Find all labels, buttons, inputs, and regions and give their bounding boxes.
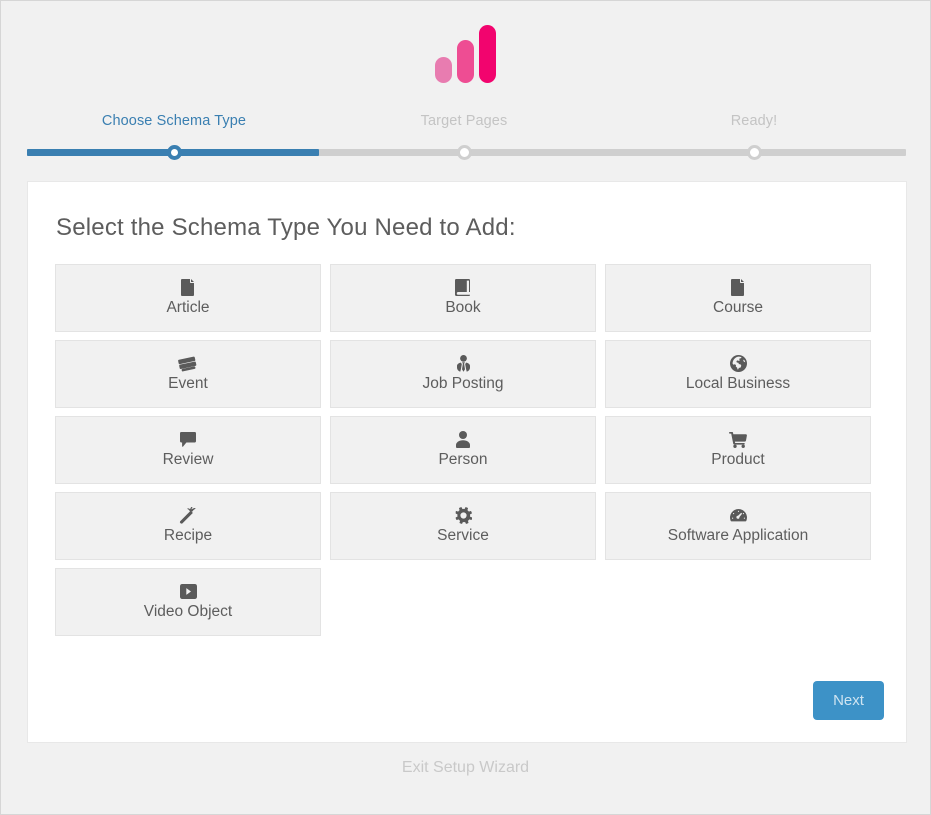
- schema-option-label: Recipe: [163, 527, 213, 544]
- schema-option-label: Local Business: [685, 375, 791, 392]
- schema-option-label: Service: [437, 527, 489, 544]
- exit-setup-wizard-link[interactable]: Exit Setup Wizard: [402, 759, 529, 776]
- file-icon: [731, 279, 745, 296]
- book-icon: [455, 279, 471, 296]
- schema-option-label: Course: [713, 299, 763, 316]
- next-button[interactable]: Next: [813, 681, 884, 720]
- schema-option-product[interactable]: Product: [605, 416, 871, 484]
- schema-option-recipe[interactable]: Recipe: [55, 492, 321, 560]
- step-label-target-pages[interactable]: Target Pages: [421, 113, 508, 129]
- step-label-choose-schema-type[interactable]: Choose Schema Type: [102, 113, 246, 129]
- step-dot-choose-schema-type[interactable]: [166, 145, 182, 160]
- schema-option-article[interactable]: Article: [55, 264, 321, 332]
- step-dot-ready[interactable]: [746, 145, 762, 160]
- wizard-window: Choose Schema Type Target Pages Ready! S…: [0, 0, 931, 815]
- tickets-icon: [178, 355, 198, 372]
- shopping-cart-icon: [729, 431, 747, 448]
- schema-option-label: Book: [445, 299, 481, 316]
- schema-option-software-application[interactable]: Software Application: [605, 492, 871, 560]
- schema-option-service[interactable]: Service: [330, 492, 596, 560]
- comment-icon: [180, 431, 196, 448]
- schema-type-grid: Article Book Course Event Job Posting Lo…: [28, 242, 906, 636]
- step-label-ready[interactable]: Ready!: [731, 113, 778, 129]
- schema-option-job-posting[interactable]: Job Posting: [330, 340, 596, 408]
- wizard-card: Select the Schema Type You Need to Add: …: [27, 181, 907, 743]
- logo-bar-medium: [457, 40, 474, 83]
- user-tie-icon: [456, 355, 470, 372]
- tachometer-icon: [729, 507, 747, 524]
- schema-option-label: Product: [711, 451, 765, 468]
- globe-icon: [729, 355, 747, 372]
- schema-option-label: Person: [438, 451, 488, 468]
- gear-icon: [455, 507, 472, 524]
- schema-option-label: Software Application: [667, 527, 809, 544]
- play-square-icon: [179, 583, 197, 600]
- schema-option-local-business[interactable]: Local Business: [605, 340, 871, 408]
- card-actions: Next: [813, 681, 884, 720]
- schema-option-event[interactable]: Event: [55, 340, 321, 408]
- schema-option-label: Video Object: [143, 603, 233, 620]
- wizard-footer: Exit Setup Wizard: [1, 759, 930, 777]
- schema-option-course[interactable]: Course: [605, 264, 871, 332]
- schema-option-review[interactable]: Review: [55, 416, 321, 484]
- schema-option-person[interactable]: Person: [330, 416, 596, 484]
- logo-bar-small: [435, 57, 452, 83]
- schema-option-label: Review: [162, 451, 214, 468]
- schema-option-label: Article: [166, 299, 210, 316]
- wizard-step-labels: Choose Schema Type Target Pages Ready!: [27, 113, 906, 143]
- schema-option-video-object[interactable]: Video Object: [55, 568, 321, 636]
- user-icon: [456, 431, 470, 448]
- wizard-progress: Choose Schema Type Target Pages Ready!: [27, 113, 906, 163]
- analytics-bars-logo: [435, 25, 496, 83]
- schema-option-label: Job Posting: [422, 375, 504, 392]
- step-dot-target-pages[interactable]: [456, 145, 472, 160]
- schema-option-book[interactable]: Book: [330, 264, 596, 332]
- carrot-icon: [179, 507, 197, 524]
- file-icon: [181, 279, 195, 296]
- logo-bar-large: [479, 25, 496, 83]
- app-logo: [1, 21, 930, 83]
- schema-option-label: Event: [168, 375, 208, 392]
- page-title: Select the Schema Type You Need to Add:: [56, 214, 516, 241]
